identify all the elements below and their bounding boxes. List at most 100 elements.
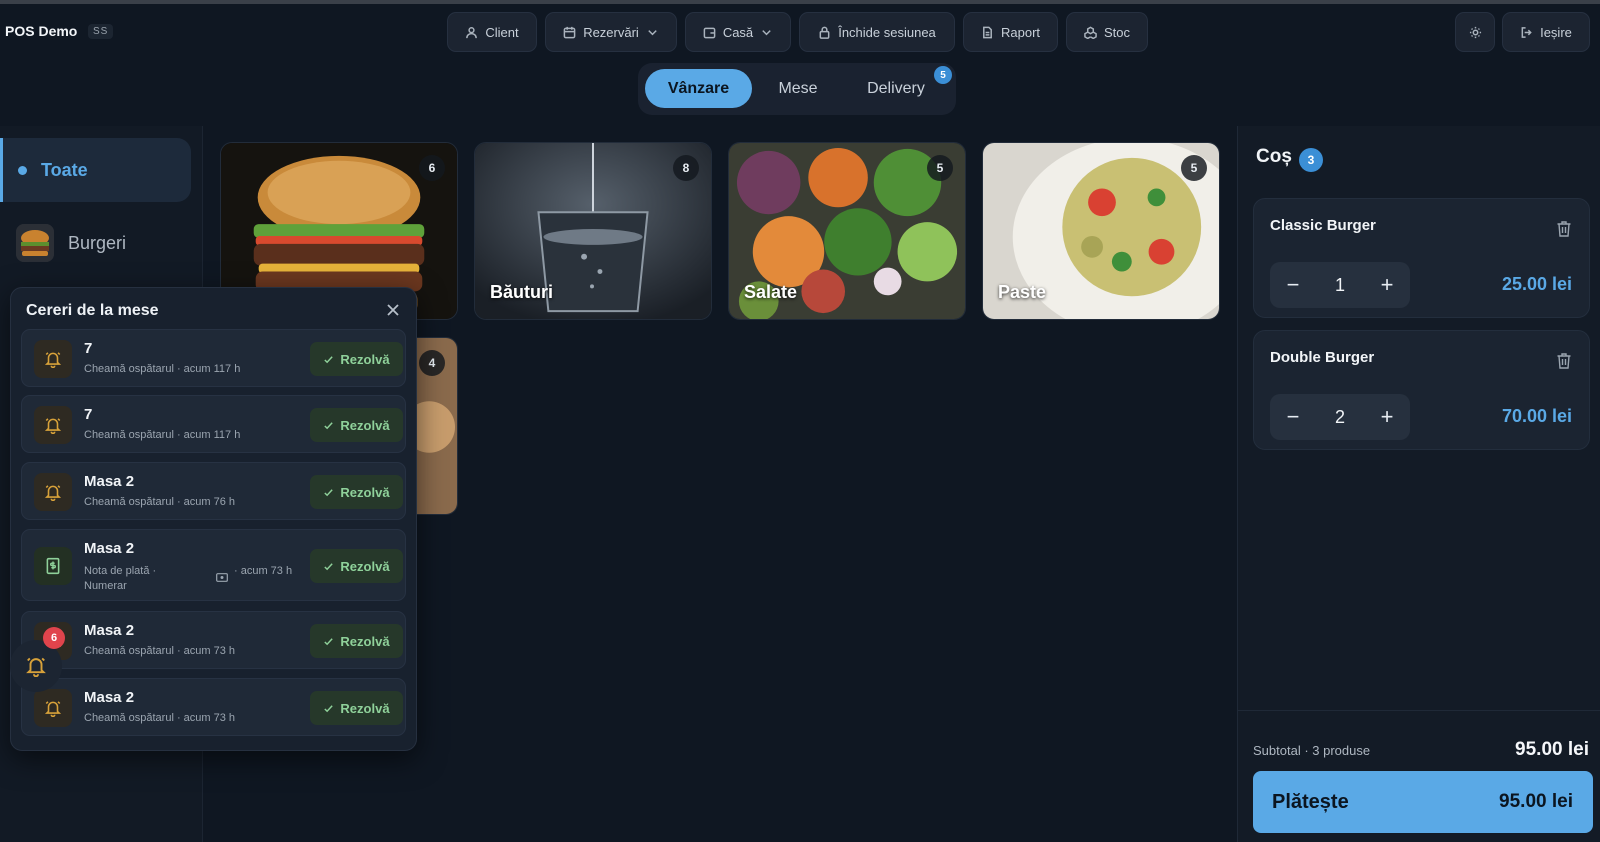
rezervari-label: Rezervări [583,24,639,40]
resolve-button[interactable]: Rezolvă [310,624,403,658]
chevron-down-icon [762,29,771,35]
quantity-value: 1 [1334,274,1345,295]
product-card-bauturi[interactable]: 8 Băuturi [474,142,712,320]
decrease-quantity-button[interactable]: − [1270,394,1316,440]
cart-item-name: Classic Burger [1270,217,1376,234]
mode-tabs: Vânzare Mese Delivery [638,63,956,115]
iesire-button[interactable]: Ieșire [1502,12,1590,52]
request-table: Masa 2 [84,540,135,557]
sun-icon [1469,26,1481,38]
quantity-stepper: − 2 + [1270,394,1410,440]
check-icon [324,562,334,570]
cart-title: Coș [1256,146,1292,167]
tab-vanzare[interactable]: Vânzare [645,69,752,108]
chevron-down-icon [648,29,657,35]
trash-icon[interactable] [1556,220,1572,238]
check-icon [324,421,334,429]
boxes-icon [1084,26,1097,39]
client-button[interactable]: Client [447,12,537,52]
cart-footer: Subtotal · 3 produse 95.00 lei Plătește … [1238,710,1600,842]
tab-mese[interactable]: Mese [756,69,840,108]
request-row: Masa 2 Cheamă ospătarul · acum 73 h Rezo… [21,678,406,736]
category-burgeri-label: Burgeri [68,232,127,253]
inchide-sesiunea-button[interactable]: Închide sesiunea [799,12,955,52]
cart-item: Double Burger − 2 + 70.00 lei [1253,330,1590,450]
cart-item: Classic Burger − 1 + 25.00 lei [1253,198,1590,318]
request-row: Masa 2 Cheamă ospătarul · acum 73 h Rezo… [21,611,406,669]
request-table: Masa 2 [84,473,135,490]
quantity-value: 2 [1334,406,1345,427]
bell-icon [34,406,72,444]
bell-icon [34,340,72,378]
pay-total: 95.00 lei [1499,791,1573,812]
request-table: 7 [84,340,93,357]
table-requests-popover: Cereri de la mese 7 Cheamă ospătarul · a… [10,287,417,751]
cart-item-name: Double Burger [1270,349,1375,366]
product-count-badge: 8 [673,155,699,181]
product-count-badge: 5 [927,155,953,181]
iesire-label: Ieșire [1540,24,1572,40]
tab-delivery[interactable]: Delivery [844,69,948,108]
lock-icon [819,26,830,39]
request-row: 7 Cheamă ospătarul · acum 117 h Rezolvă [21,329,406,387]
product-count-badge: 6 [419,155,445,181]
brand-name: POS Demo [5,23,78,39]
brand-badge: SS [88,24,114,39]
decrease-quantity-button[interactable]: − [1270,262,1316,308]
request-type: Nota de plată · Numerar [84,565,157,592]
product-card-paste[interactable]: 5 Paste [982,142,1220,320]
user-icon [466,26,478,38]
bill-icon [34,547,72,585]
cart-item-price: 70.00 lei [1501,406,1572,426]
raport-button[interactable]: Raport [963,12,1058,52]
request-type: Cheamă ospătarul · acum 117 h [84,429,241,441]
request-table: Masa 2 [84,689,135,706]
request-type: Cheamă ospătarul · acum 73 h [84,645,236,657]
product-card-name: Salate [744,282,798,302]
request-time: · acum 73 h [234,565,293,577]
resolve-button[interactable]: Rezolvă [310,408,403,442]
product-count-badge: 4 [419,350,445,376]
wallet-icon [703,27,716,38]
product-card-salate[interactable]: 5 Salate [728,142,966,320]
resolve-button[interactable]: Rezolvă [310,691,403,725]
rezervari-button[interactable]: Rezervări [545,12,677,52]
cart-item-price: 25.00 lei [1501,274,1572,294]
burger-thumbnail [16,224,54,262]
delivery-count-badge: 5 [934,66,952,84]
cart-panel: Coș 3 Classic Burger − 1 + 25.00 lei Dou… [1237,126,1600,842]
casa-button[interactable]: Casă [685,12,791,52]
inchide-sesiunea-label: Închide sesiunea [838,24,936,40]
active-dot-icon [18,165,27,175]
pay-label: Plătește [1272,791,1349,813]
request-type: Cheamă ospătarul · acum 117 h [84,363,241,375]
request-type: Cheamă ospătarul · acum 76 h [84,496,236,508]
resolve-button[interactable]: Rezolvă [310,475,403,509]
resolve-button[interactable]: Rezolvă [310,549,403,583]
pay-button[interactable]: Plătește 95.00 lei [1253,771,1593,833]
theme-toggle-button[interactable] [1455,12,1495,52]
stoc-label: Stoc [1103,24,1130,40]
category-toate[interactable]: Toate [0,138,191,202]
request-row: 7 Cheamă ospătarul · acum 117 h Rezolvă [21,395,406,453]
subtotal-label: Subtotal · 3 produse [1253,743,1371,758]
casa-label: Casă [722,24,754,40]
increase-quantity-button[interactable]: + [1364,394,1410,440]
calendar-icon [563,26,576,38]
subtotal-value: 95.00 lei [1515,739,1589,760]
increase-quantity-button[interactable]: + [1364,262,1410,308]
trash-icon[interactable] [1556,352,1572,370]
category-toate-label: Toate [41,159,88,180]
resolve-button[interactable]: Rezolvă [310,342,403,376]
stoc-button[interactable]: Stoc [1066,12,1148,52]
product-card-name: Băuturi [490,282,553,302]
top-bar: POS Demo SS Client Rezervări Casă Închid… [0,4,1600,58]
check-icon [324,355,334,363]
document-icon [983,26,992,38]
notification-count-badge: 6 [43,627,65,649]
cash-icon [216,573,228,582]
quantity-stepper: − 1 + [1270,262,1410,308]
request-row: Masa 2 Cheamă ospătarul · acum 76 h Rezo… [21,462,406,520]
close-icon[interactable] [386,303,400,317]
category-burgeri[interactable]: Burgeri [16,224,126,262]
